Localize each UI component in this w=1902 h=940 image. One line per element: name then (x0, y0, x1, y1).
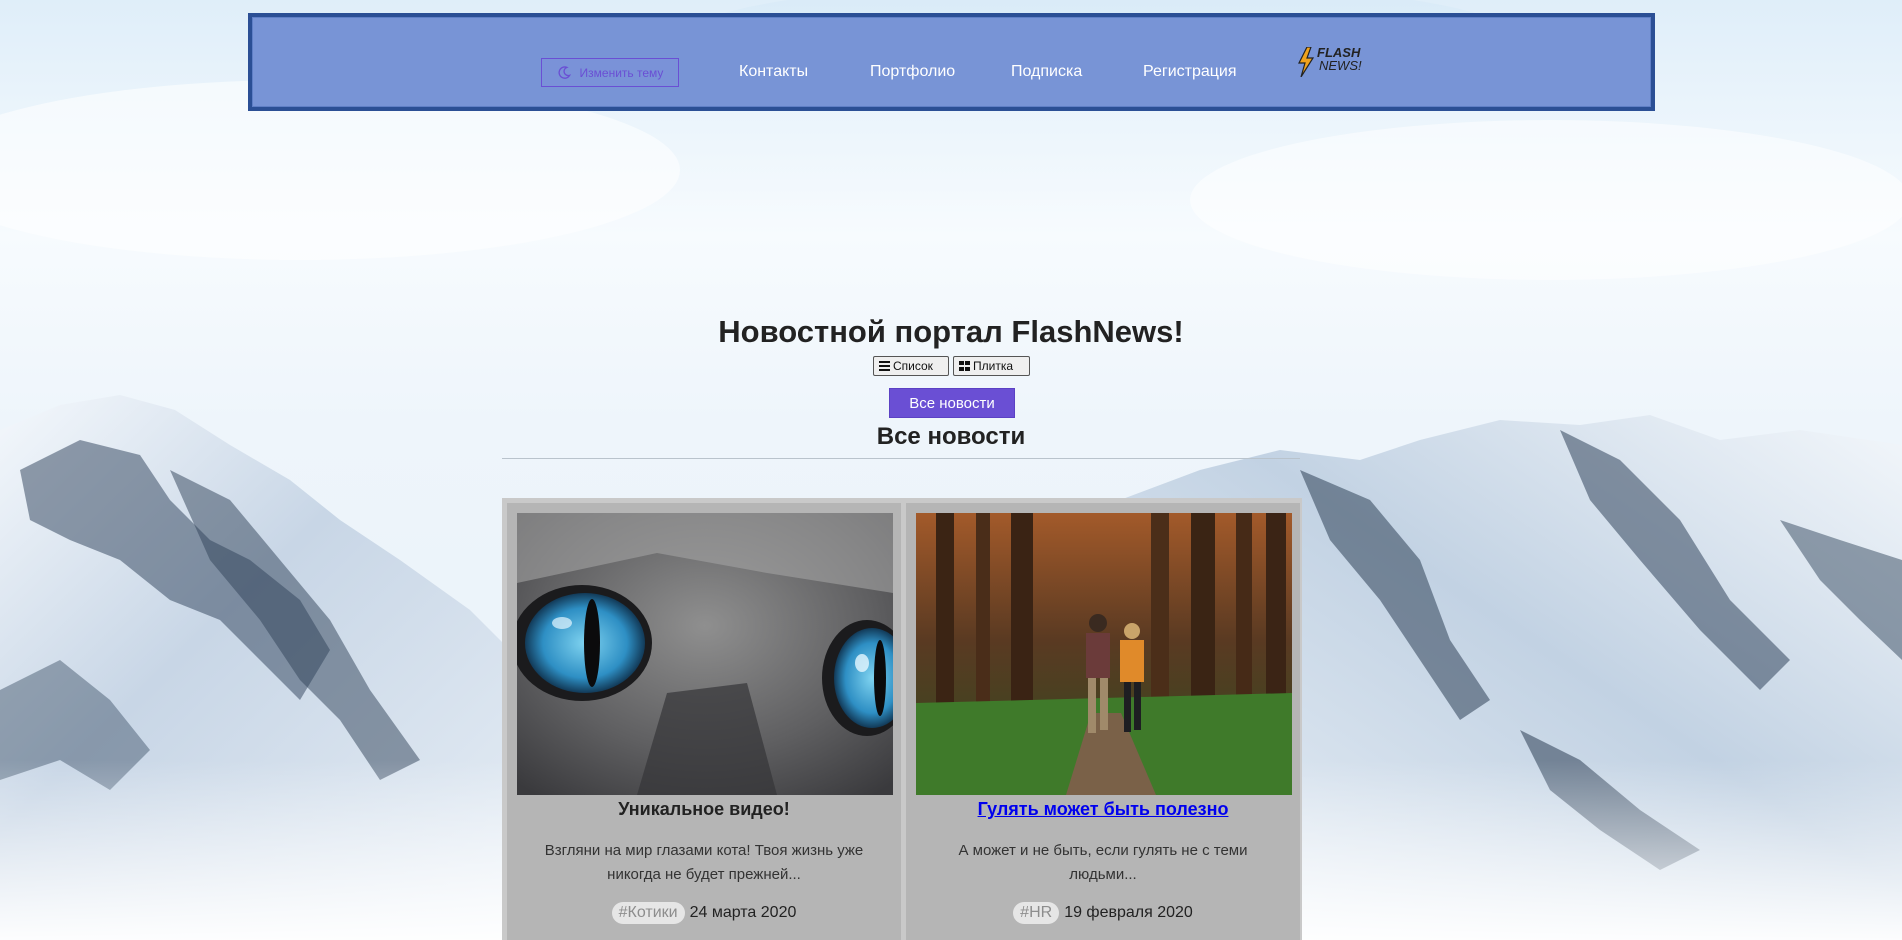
news-tag[interactable]: #HR (1013, 902, 1060, 924)
cat-eyes-photo[interactable] (517, 513, 893, 795)
all-news-button[interactable]: Все новости (889, 388, 1015, 418)
news-tag[interactable]: #Котики (611, 902, 685, 924)
forest-walk-photo[interactable] (916, 513, 1292, 795)
grid-icon (959, 361, 970, 371)
news-grid: Уникальное видео! Взгляни на мир глазами… (502, 498, 1302, 940)
section-divider (502, 458, 1300, 459)
news-card: Гулять может быть полезно А может и не б… (906, 503, 1300, 940)
list-icon (879, 361, 890, 371)
news-card-description: А может и не быть, если гулять не с теми… (958, 842, 1248, 883)
view-list-button[interactable]: Список (873, 356, 949, 376)
view-list-label: Список (893, 359, 933, 373)
news-card-title-link[interactable]: Гулять может быть полезно (906, 799, 1300, 820)
view-tiles-label: Плитка (973, 359, 1014, 373)
section-title: Все новости (876, 423, 1026, 450)
news-date: 19 февраля 2020 (1064, 904, 1193, 921)
news-card-meta: #Котики 24 марта 2020 (507, 902, 901, 924)
page-title: Новостной портал FlashNews! (718, 314, 1184, 349)
main-content: Новостной портал FlashNews! Список Плитк… (0, 0, 1902, 940)
news-date: 24 марта 2020 (689, 904, 797, 921)
news-card-title[interactable]: Уникальное видео! (507, 799, 901, 820)
view-tiles-button[interactable]: Плитка (953, 356, 1030, 376)
news-card-description: Взгляни на мир глазами кота! Твоя жизнь … (544, 842, 864, 883)
news-card: Уникальное видео! Взгляни на мир глазами… (507, 503, 901, 940)
news-card-meta: #HR 19 февраля 2020 (906, 902, 1300, 924)
